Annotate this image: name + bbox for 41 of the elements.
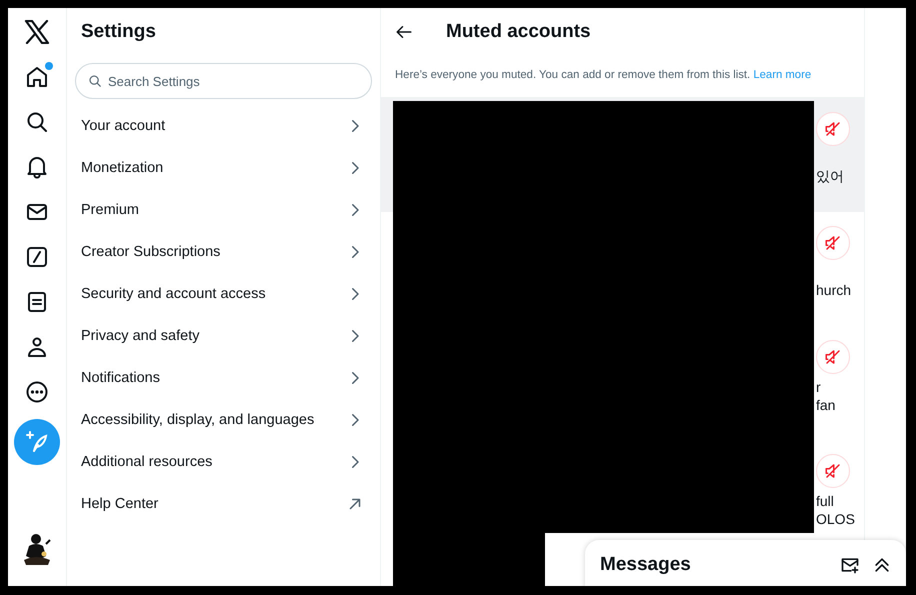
- avatar[interactable]: [22, 532, 52, 566]
- bio-text: hurch: [816, 281, 852, 299]
- settings-item[interactable]: Additional resources: [75, 441, 372, 483]
- settings-item[interactable]: Premium: [75, 189, 372, 231]
- bio-text: 있어: [816, 167, 844, 185]
- settings-item[interactable]: Creator Subscriptions: [75, 231, 372, 273]
- unmute-button[interactable]: [816, 340, 850, 374]
- settings-item[interactable]: Security and account access: [75, 273, 372, 315]
- muted-speaker-icon: [824, 234, 842, 252]
- messages-title: Messages: [600, 554, 692, 576]
- more-icon[interactable]: [25, 380, 49, 404]
- list-icon[interactable]: [25, 290, 49, 314]
- settings-item[interactable]: Help Center: [75, 483, 372, 525]
- settings-item[interactable]: Notifications: [75, 357, 372, 399]
- search-icon: [88, 74, 102, 88]
- slash-square-icon[interactable]: [25, 245, 49, 269]
- unmute-button[interactable]: [816, 112, 850, 146]
- muted-speaker-icon: [824, 348, 842, 366]
- page-title: Muted accounts: [446, 20, 591, 42]
- bell-icon[interactable]: [25, 155, 49, 179]
- muted-speaker-icon: [824, 120, 842, 138]
- compose-button[interactable]: [14, 419, 60, 465]
- x-logo-icon[interactable]: [24, 20, 50, 44]
- search-icon[interactable]: [25, 110, 49, 134]
- person-icon[interactable]: [25, 335, 49, 359]
- settings-item[interactable]: Your account: [75, 105, 372, 147]
- bio-text: full: [816, 492, 835, 510]
- muted-speaker-icon: [824, 462, 842, 480]
- unmute-button[interactable]: [816, 226, 850, 260]
- settings-item[interactable]: Monetization: [75, 147, 372, 189]
- search-field[interactable]: Search Settings: [75, 63, 372, 99]
- unmute-button[interactable]: [816, 454, 850, 488]
- bio-text: OLOS: [816, 510, 855, 528]
- messages-panel[interactable]: Messages: [585, 540, 906, 586]
- settings-title: Settings: [81, 21, 157, 44]
- settings-item[interactable]: Privacy and safety: [75, 315, 372, 357]
- compose-icon: [25, 430, 49, 454]
- home-icon[interactable]: [25, 65, 49, 89]
- bio-text: r: [816, 378, 822, 396]
- settings-item[interactable]: Accessibility, display, and languages: [75, 399, 372, 441]
- bio-text: fan: [816, 396, 836, 414]
